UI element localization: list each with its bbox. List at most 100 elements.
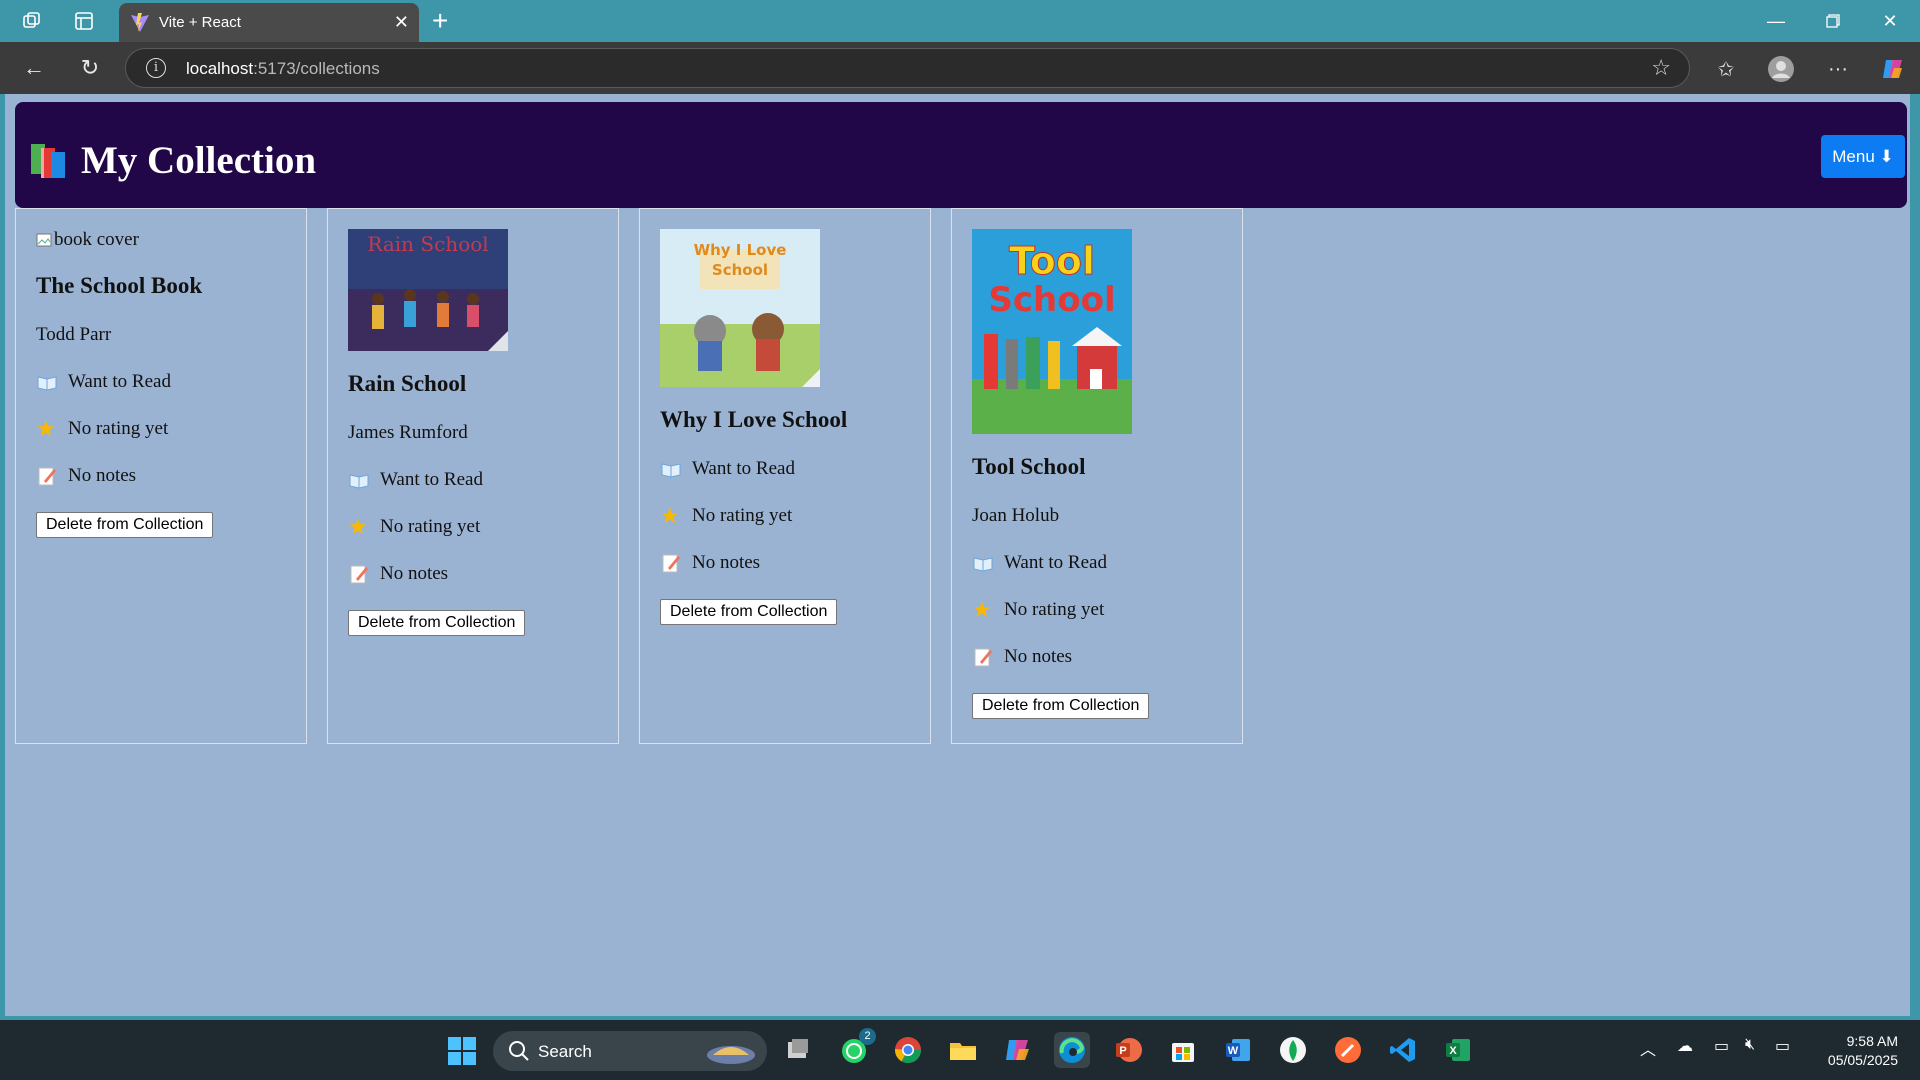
svg-text:School: School <box>712 261 768 279</box>
book-author: James Rumford <box>348 422 468 443</box>
svg-text:School: School <box>988 280 1115 320</box>
book-rating: ★ No rating yet <box>660 503 793 528</box>
book-rating: ★ No rating yet <box>36 416 169 441</box>
tab-close-icon[interactable]: ✕ <box>394 11 409 33</box>
open-book-icon <box>349 474 369 489</box>
book-card: Rain School Rain School James Rumford Wa… <box>327 208 619 744</box>
book-cover-broken: book cover <box>36 229 286 251</box>
close-window-icon[interactable]: ✕ <box>1870 8 1910 34</box>
address-toolbar: ← ↻ i localhost:5173/collections ☆ ✩ ··· <box>0 42 1920 94</box>
svg-text:X: X <box>1449 1045 1457 1057</box>
new-tab-icon[interactable]: + <box>432 6 448 36</box>
back-icon[interactable]: ← <box>20 54 48 82</box>
book-cover: Tool School <box>972 229 1132 434</box>
store-icon[interactable] <box>1165 1032 1201 1068</box>
app-header: My Collection Menu ⬇ <box>15 102 1907 208</box>
delete-button[interactable]: Delete from Collection <box>660 599 838 625</box>
star-icon: ★ <box>660 503 680 528</box>
postman-icon[interactable] <box>1330 1032 1366 1068</box>
minimize-icon[interactable]: — <box>1756 8 1796 34</box>
page-viewport: My Collection Menu ⬇ book cover The Scho… <box>5 94 1910 1016</box>
svg-text:Rain School: Rain School <box>367 232 488 256</box>
taskbar-search[interactable]: Search <box>493 1031 767 1071</box>
book-cover: Rain School <box>348 229 508 351</box>
word-icon[interactable]: W <box>1220 1032 1256 1068</box>
powerpoint-icon[interactable]: P <box>1110 1032 1146 1068</box>
profile-avatar[interactable] <box>1766 54 1796 84</box>
excel-icon[interactable]: X <box>1440 1032 1476 1068</box>
address-bar[interactable]: i localhost:5173/collections ☆ <box>125 48 1690 88</box>
star-icon: ★ <box>36 416 56 441</box>
book-rating: ★ No rating yet <box>348 514 481 539</box>
book-status: Want to Read <box>36 371 286 393</box>
workspaces-icon[interactable] <box>18 8 46 34</box>
onedrive-icon[interactable]: ☁ <box>1677 1036 1693 1056</box>
battery-icon[interactable]: ▭ <box>1775 1036 1790 1056</box>
book-status: Want to Read <box>660 458 910 480</box>
vite-favicon-icon <box>131 13 149 32</box>
book-title: Rain School <box>348 371 467 396</box>
more-options-icon[interactable]: ··· <box>1823 54 1853 84</box>
edge-icon[interactable] <box>1054 1032 1090 1068</box>
book-title: Tool School <box>972 454 1086 479</box>
restore-icon[interactable] <box>1813 8 1853 34</box>
browser-tab-bar: Vite + React ✕ + — ✕ <box>0 0 1920 42</box>
browser-tab[interactable]: Vite + React ✕ <box>119 3 419 42</box>
book-notes: No notes <box>36 465 286 487</box>
tray-chevron-icon[interactable]: ︿ <box>1640 1036 1656 1060</box>
open-book-icon <box>973 557 993 572</box>
books-logo-icon <box>31 144 65 178</box>
book-card: book cover The School Book Todd Parr Wan… <box>15 208 307 744</box>
memo-icon <box>974 648 992 667</box>
task-view-icon[interactable] <box>780 1032 816 1068</box>
svg-text:P: P <box>1119 1045 1126 1057</box>
book-notes: No notes <box>660 552 910 574</box>
file-explorer-icon[interactable] <box>945 1032 981 1068</box>
vscode-icon[interactable] <box>1385 1032 1421 1068</box>
search-icon <box>509 1041 529 1061</box>
favorites-icon[interactable]: ✩ <box>1711 54 1741 84</box>
delete-button[interactable]: Delete from Collection <box>348 610 526 636</box>
svg-text:W: W <box>1228 1045 1239 1057</box>
book-author: Todd Parr <box>36 324 112 345</box>
delete-button[interactable]: Delete from Collection <box>972 693 1150 719</box>
book-rating: ★ No rating yet <box>972 597 1105 622</box>
book-grid: book cover The School Book Todd Parr Wan… <box>15 208 1243 744</box>
book-status: Want to Read <box>348 469 598 491</box>
search-highlight-icon <box>707 1046 755 1064</box>
open-book-icon <box>37 376 57 391</box>
delete-button[interactable]: Delete from Collection <box>36 512 214 538</box>
chrome-icon[interactable] <box>890 1032 926 1068</box>
volume-muted-icon[interactable]: 🔇︎ <box>1745 1036 1755 1054</box>
menu-button[interactable]: Menu ⬇ <box>1821 135 1905 178</box>
svg-text:Why I Love: Why I Love <box>694 241 787 259</box>
star-icon: ★ <box>348 514 368 539</box>
url-text: localhost:5173/collections <box>186 59 380 78</box>
memo-icon <box>350 565 368 584</box>
memo-icon <box>662 554 680 573</box>
network-icon[interactable]: ▭ <box>1714 1036 1729 1056</box>
favorite-star-icon[interactable]: ☆ <box>1651 55 1671 81</box>
windows-start-icon[interactable] <box>447 1036 477 1066</box>
vertical-tabs-icon[interactable] <box>70 8 98 34</box>
book-cover: Why I Love School <box>660 229 820 387</box>
book-notes: No notes <box>348 563 598 585</box>
page-title: My Collection <box>81 139 317 182</box>
tab-title: Vite + React <box>159 14 241 31</box>
book-status: Want to Read <box>972 552 1222 574</box>
book-card: Why I Love School Why I Love School Want… <box>639 208 931 744</box>
book-author: Joan Holub <box>972 505 1060 526</box>
copilot-icon[interactable] <box>1878 54 1908 84</box>
copilot-app-icon[interactable] <box>1000 1032 1036 1068</box>
mongodb-icon[interactable] <box>1275 1032 1311 1068</box>
system-clock[interactable]: 9:58 AM 05/05/2025 <box>1828 1032 1898 1070</box>
book-title: The School Book <box>36 273 203 298</box>
notification-badge: 2 <box>859 1028 876 1045</box>
book-card: Tool School Tool School Joan Holub Want … <box>951 208 1243 744</box>
whatsapp-icon[interactable]: 2 <box>836 1028 876 1068</box>
windows-taskbar: Search 2 P W X ︿ ☁ ▭ 🔇︎ ▭ 9:58 AM 05/05/… <box>0 1020 1920 1080</box>
site-info-icon[interactable]: i <box>146 58 166 78</box>
memo-icon <box>38 467 56 486</box>
broken-image-icon <box>36 233 52 247</box>
refresh-icon[interactable]: ↻ <box>76 54 104 82</box>
